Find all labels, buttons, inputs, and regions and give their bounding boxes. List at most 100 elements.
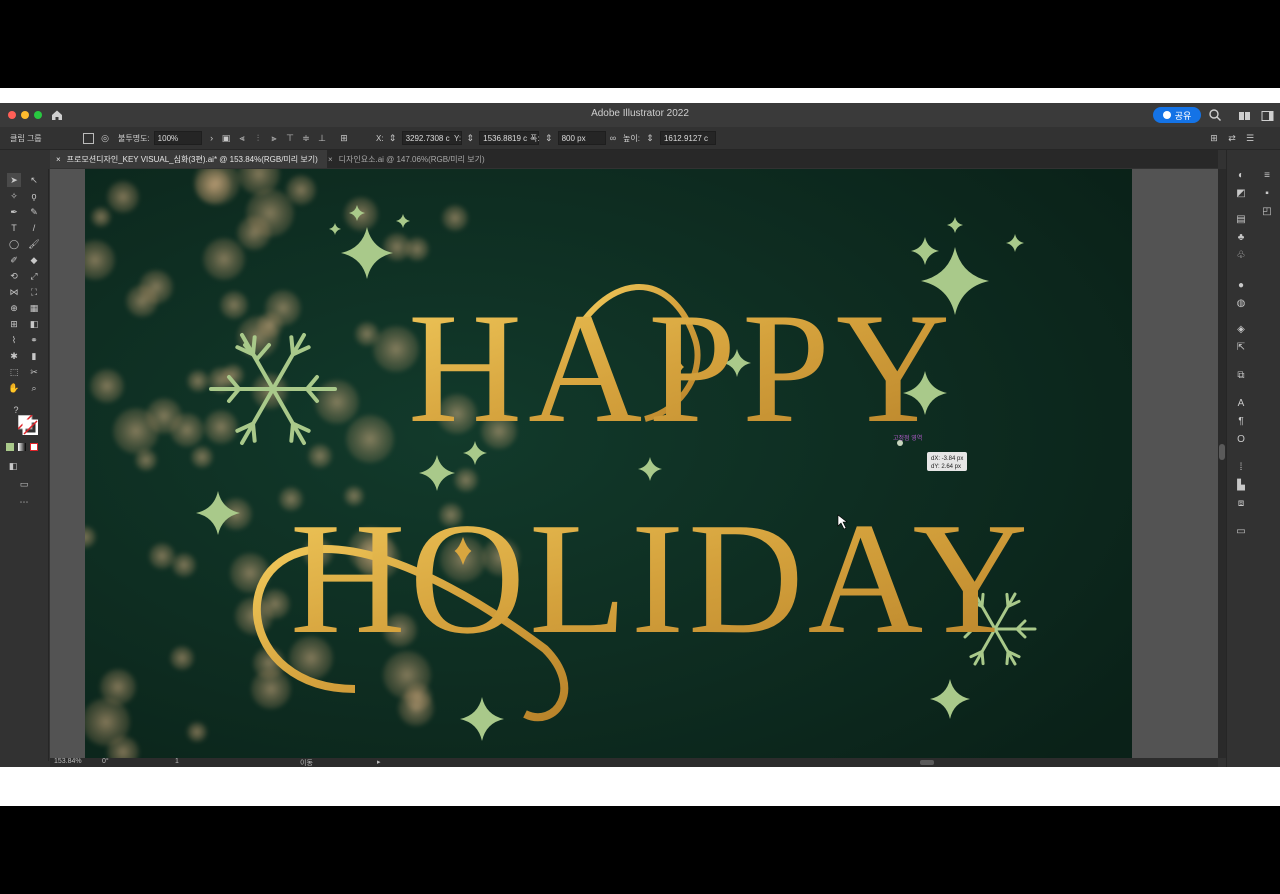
- symbol-sprayer-icon[interactable]: ✱: [7, 349, 21, 363]
- stepper-icon[interactable]: ⇕: [387, 132, 399, 144]
- align-bottom-icon[interactable]: ⊥: [316, 132, 328, 144]
- x-input[interactable]: 3292.7308 c: [401, 131, 462, 145]
- horizontal-scroll-thumb[interactable]: [920, 760, 934, 765]
- panel-menu-icon[interactable]: ☰: [1244, 132, 1256, 144]
- draw-mode-icon[interactable]: ◧: [6, 459, 20, 473]
- stepper-icon[interactable]: ⇕: [464, 132, 476, 144]
- opacity-input[interactable]: 100%: [153, 131, 202, 145]
- color-swatch-icon[interactable]: [6, 443, 14, 451]
- align-middle-icon[interactable]: ≑: [300, 132, 312, 144]
- canvas-area[interactable]: HAPPY HOLIDAY 고정점 영역 dX: -3.84 px dY: 2.…: [50, 169, 1218, 758]
- play-icon[interactable]: ▸: [377, 758, 381, 766]
- magic-wand-icon[interactable]: ✧: [7, 189, 21, 203]
- width-tool-icon[interactable]: ⋈: [7, 285, 21, 299]
- artboard[interactable]: HAPPY HOLIDAY 고정점 영역 dX: -3.84 px dY: 2.…: [85, 169, 1132, 758]
- color-panel-icon[interactable]: ◩: [1233, 186, 1249, 200]
- line-tool-icon[interactable]: /: [27, 221, 41, 235]
- link-icon[interactable]: ∞: [607, 132, 619, 144]
- delta-tooltip: dX: -3.84 px dY: 2.64 px: [927, 452, 967, 471]
- gradient-icon[interactable]: ◧: [27, 317, 41, 331]
- target-icon[interactable]: ◎: [99, 132, 111, 144]
- align-right-icon[interactable]: ⫸: [268, 132, 280, 144]
- layers-icon[interactable]: ◈: [1233, 322, 1249, 336]
- lasso-icon[interactable]: ϙ: [27, 189, 41, 203]
- stepper-icon[interactable]: ⇕: [644, 132, 656, 144]
- isolate-group-icon[interactable]: [83, 132, 94, 144]
- swatches-icon[interactable]: ▤: [1233, 212, 1249, 226]
- arrange-documents-icon[interactable]: [1238, 109, 1251, 121]
- paragraph-icon[interactable]: ¶: [1233, 414, 1249, 428]
- align-panel-icon[interactable]: ⁞: [1233, 460, 1249, 474]
- width-input[interactable]: 800 px: [557, 131, 606, 145]
- graphic-styles-icon[interactable]: ◍: [1233, 296, 1249, 310]
- more-tools-icon[interactable]: ⋯: [17, 495, 31, 509]
- artboard-number[interactable]: 1: [175, 758, 179, 765]
- symbols-icon[interactable]: ♧: [1233, 248, 1249, 262]
- document-tab-active[interactable]: × 프로모션디자인_KEY VISUAL_심화(3편).ai* @ 153.84…: [50, 150, 327, 168]
- links-icon[interactable]: ⧈: [1233, 496, 1249, 510]
- selection-tool-icon[interactable]: ➤: [7, 173, 21, 187]
- share-button[interactable]: 공유: [1153, 107, 1201, 123]
- align-left-icon[interactable]: ⫷: [236, 132, 248, 144]
- character-icon[interactable]: A: [1233, 396, 1249, 410]
- gradient-panel-icon[interactable]: ▭: [1233, 524, 1249, 538]
- zoom-level[interactable]: 153.84%: [54, 758, 82, 765]
- graph-tool-icon[interactable]: ▮: [27, 349, 41, 363]
- curvature-icon[interactable]: ✎: [27, 205, 41, 219]
- direct-selection-icon[interactable]: ↖: [27, 173, 41, 187]
- zoom-tool-icon[interactable]: ⌕: [27, 381, 41, 395]
- transform-panel-icon[interactable]: ▙: [1233, 478, 1249, 492]
- scroll-thumb[interactable]: [1219, 444, 1225, 460]
- properties-icon[interactable]: ≡: [1259, 168, 1275, 182]
- vertical-scrollbar[interactable]: [1218, 169, 1226, 758]
- rotate-icon[interactable]: ⟲: [7, 269, 21, 283]
- stepper-icon[interactable]: ⇕: [543, 132, 555, 144]
- brushes-icon[interactable]: ♣: [1233, 230, 1249, 244]
- flip-icon[interactable]: ⇄: [1226, 132, 1238, 144]
- screen-mode-icon[interactable]: ▭: [17, 477, 31, 491]
- chevron-right-icon[interactable]: ›: [206, 132, 218, 144]
- artboard-tool-icon[interactable]: ⬚: [7, 365, 21, 379]
- color-guide-icon[interactable]: ◐: [1233, 168, 1249, 182]
- opentype-icon[interactable]: O: [1233, 432, 1249, 446]
- tab-label: 디자인요소.ai @ 147.06%(RGB/미리 보기): [338, 154, 485, 164]
- none-swatch-icon[interactable]: [30, 443, 38, 451]
- align-to-icon[interactable]: ▣: [220, 132, 232, 144]
- blend-icon[interactable]: ⚭: [27, 333, 41, 347]
- close-icon[interactable]: ×: [56, 155, 61, 164]
- appearance-icon[interactable]: ●: [1233, 278, 1249, 292]
- rotation-value[interactable]: 0°: [102, 758, 109, 765]
- ellipse-tool-icon[interactable]: ◯: [7, 237, 21, 251]
- workspace-switcher-icon[interactable]: [1261, 109, 1274, 121]
- pathfinder-icon[interactable]: ⧉: [1233, 368, 1249, 382]
- selection-type-label: 클립 그룹: [10, 133, 42, 143]
- transform-icon[interactable]: ⊞: [1208, 132, 1220, 144]
- fill-stroke-swatch[interactable]: [17, 414, 39, 436]
- bokeh-light: [257, 312, 283, 338]
- slice-icon[interactable]: ✂: [27, 365, 41, 379]
- scale-icon[interactable]: ⤢: [27, 269, 41, 283]
- transform-reference-icon[interactable]: ⊞: [338, 132, 350, 144]
- close-icon[interactable]: ×: [328, 155, 333, 164]
- free-transform-icon[interactable]: ⛶: [27, 285, 41, 299]
- type-tool-icon[interactable]: T: [7, 221, 21, 235]
- eyedropper-icon[interactable]: ⌇: [7, 333, 21, 347]
- libraries-icon[interactable]: ◰: [1259, 204, 1275, 218]
- bokeh-light: [398, 690, 434, 726]
- shaper-icon[interactable]: ✐: [7, 253, 21, 267]
- hand-tool-icon[interactable]: ✋: [7, 381, 21, 395]
- export-icon[interactable]: ⇱: [1233, 340, 1249, 354]
- search-icon[interactable]: [1208, 108, 1222, 122]
- comments-icon[interactable]: ▪: [1259, 186, 1275, 200]
- eraser-icon[interactable]: ◆: [27, 253, 41, 267]
- perspective-icon[interactable]: ▦: [27, 301, 41, 315]
- align-top-icon[interactable]: ⊤: [284, 132, 296, 144]
- gradient-swatch-icon[interactable]: [18, 443, 26, 451]
- pen-tool-icon[interactable]: ✒: [7, 205, 21, 219]
- document-tab[interactable]: × 디자인요소.ai @ 147.06%(RGB/미리 보기): [322, 150, 491, 168]
- align-center-icon[interactable]: ⫶: [252, 132, 264, 144]
- paintbrush-icon[interactable]: 🖌: [27, 237, 41, 251]
- mesh-icon[interactable]: ⊞: [7, 317, 21, 331]
- shape-builder-icon[interactable]: ⊕: [7, 301, 21, 315]
- height-input[interactable]: 1612.9127 c: [659, 131, 716, 145]
